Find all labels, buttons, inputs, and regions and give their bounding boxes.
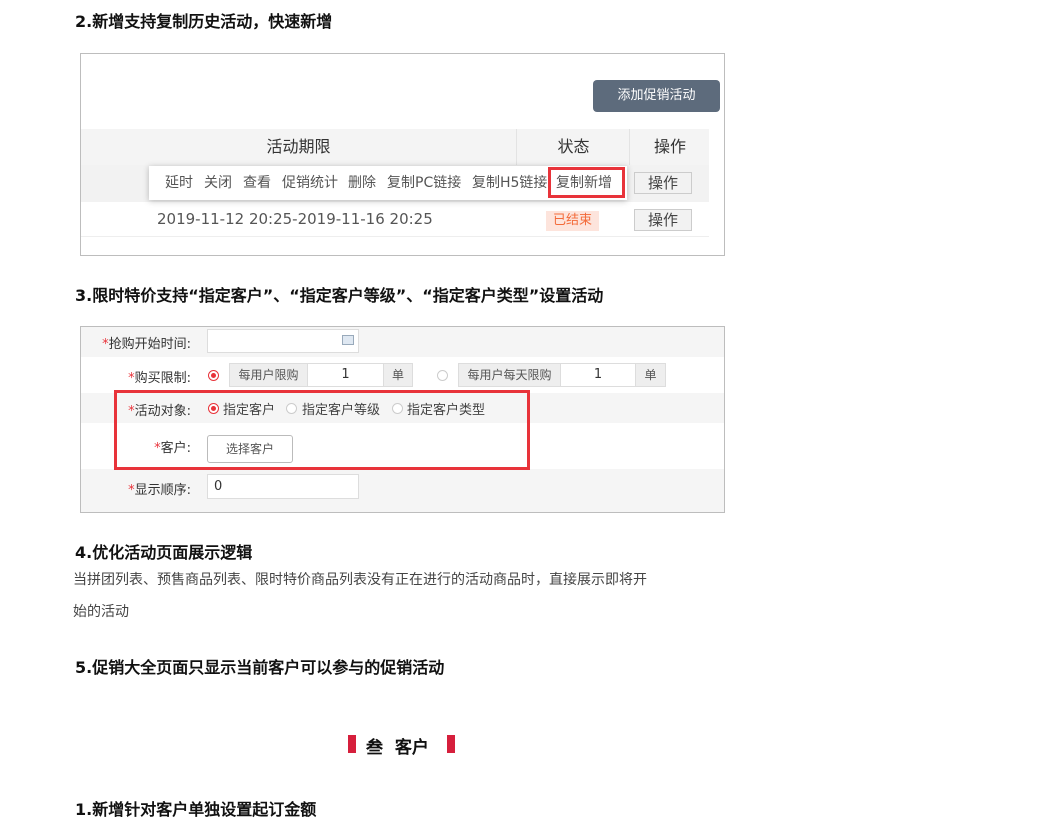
flash-sale-form-screenshot: *抢购开始时间: *购买限制: 每用户限购 1 单 每用户每天限购 1 单 *活… (80, 326, 725, 513)
chapter-bar-left (348, 735, 356, 753)
radio-per-user-day[interactable] (437, 370, 448, 381)
start-time-input[interactable] (207, 329, 359, 353)
section-4-body-line1: 当拼团列表、预售商品列表、限时特价商品列表没有正在进行的活动商品时，直接展示即将… (73, 572, 647, 588)
highlight-box (548, 167, 625, 198)
menu-item-stats[interactable]: 促销统计 (282, 166, 338, 200)
per-user-limit-input[interactable]: 1 (307, 363, 384, 387)
section-5-title: 5.促销大全页面只显示当前客户可以参与的促销活动 (75, 658, 445, 677)
per-user-day-unit: 单 (635, 363, 666, 387)
column-header-status: 状态 (516, 129, 630, 165)
menu-item-delay[interactable]: 延时 (165, 166, 193, 200)
menu-item-view[interactable]: 查看 (243, 166, 271, 200)
menu-item-delete[interactable]: 删除 (348, 166, 376, 200)
radio-per-user[interactable] (208, 370, 219, 381)
action-button[interactable]: 操作 (634, 172, 692, 194)
table-header: 活动期限 状态 操作 (81, 129, 709, 165)
customer-section-1-title: 1.新增针对客户单独设置起订金额 (75, 800, 317, 819)
form-row-purchase-limit: *购买限制: 每用户限购 1 单 每用户每天限购 1 单 (81, 357, 724, 393)
display-order-input[interactable]: 0 (207, 474, 359, 499)
per-user-day-limit-input[interactable]: 1 (560, 363, 636, 387)
start-time-label: *抢购开始时间: (102, 337, 191, 352)
status-badge: 已结束 (546, 211, 599, 231)
per-user-unit: 单 (383, 363, 413, 387)
display-order-label: *显示顺序: (128, 483, 191, 498)
purchase-limit-label: *购买限制: (128, 371, 191, 386)
column-header-action: 操作 (629, 129, 710, 165)
menu-item-copy-h5-link[interactable]: 复制H5链接 (472, 166, 547, 200)
per-user-day-limit-addon: 每用户每天限购 (458, 363, 561, 387)
add-promotion-button[interactable]: 添加促销活动 (593, 80, 720, 112)
chapter-title: 叁 客户 (366, 738, 429, 758)
form-row-start-time: *抢购开始时间: (81, 327, 724, 357)
section-4-title: 4.优化活动页面展示逻辑 (75, 543, 253, 562)
activity-period-value: 2019-11-12 20:25-2019-11-16 20:25 (157, 210, 433, 228)
row-divider (81, 236, 709, 237)
section-4-body-line2: 始的活动 (73, 604, 129, 620)
menu-item-close[interactable]: 关闭 (204, 166, 232, 200)
calendar-icon[interactable] (342, 335, 354, 345)
menu-item-copy-pc-link[interactable]: 复制PC链接 (387, 166, 461, 200)
section-2-title: 2.新增支持复制历史活动，快速新增 (75, 12, 333, 31)
form-row-display-order: *显示顺序: 0 (81, 469, 724, 512)
highlight-box (114, 390, 530, 470)
chapter-bar-right (447, 735, 455, 753)
promotion-list-screenshot: 添加促销活动 活动期限 状态 操作 延时 关闭 查看 促销统计 删除 复制PC链… (80, 53, 725, 256)
column-header-period: 活动期限 (266, 137, 331, 156)
section-3-title: 3.限时特价支持“指定客户”、“指定客户等级”、“指定客户类型”设置活动 (75, 286, 604, 305)
action-button[interactable]: 操作 (634, 209, 692, 231)
per-user-limit-addon: 每用户限购 (229, 363, 308, 387)
